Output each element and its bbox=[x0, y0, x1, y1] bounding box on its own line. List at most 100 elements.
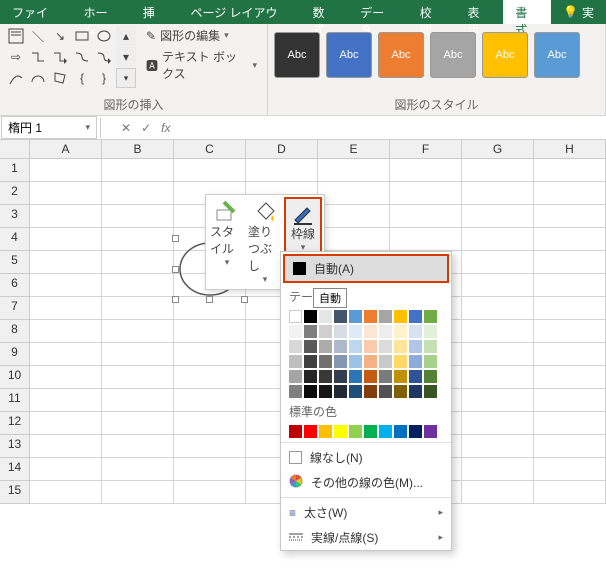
cell[interactable] bbox=[534, 159, 606, 182]
color-swatch[interactable] bbox=[409, 370, 422, 383]
color-swatch[interactable] bbox=[364, 385, 377, 398]
color-swatch[interactable] bbox=[304, 340, 317, 353]
color-swatch[interactable] bbox=[349, 355, 362, 368]
column-header[interactable]: E bbox=[318, 140, 390, 159]
cell[interactable] bbox=[534, 274, 606, 297]
cell[interactable] bbox=[534, 297, 606, 320]
more-shapes-down-icon[interactable]: ▾ bbox=[116, 47, 136, 67]
color-swatch[interactable] bbox=[379, 425, 392, 438]
tab-tell-me[interactable]: 💡実 bbox=[551, 0, 606, 24]
color-swatch[interactable] bbox=[289, 325, 302, 338]
color-swatch[interactable] bbox=[424, 325, 437, 338]
more-shapes-up-icon[interactable]: ▴ bbox=[116, 26, 136, 46]
cell[interactable] bbox=[30, 228, 102, 251]
cell[interactable] bbox=[534, 412, 606, 435]
color-swatch[interactable] bbox=[379, 310, 392, 323]
color-swatch[interactable] bbox=[319, 310, 332, 323]
cell[interactable] bbox=[102, 159, 174, 182]
row-header[interactable]: 9 bbox=[0, 343, 30, 366]
row-header[interactable]: 10 bbox=[0, 366, 30, 389]
color-swatch[interactable] bbox=[304, 325, 317, 338]
color-swatch[interactable] bbox=[349, 310, 362, 323]
cell[interactable] bbox=[174, 412, 246, 435]
color-swatch[interactable] bbox=[409, 325, 422, 338]
cell[interactable] bbox=[462, 366, 534, 389]
row-header[interactable]: 15 bbox=[0, 481, 30, 504]
color-swatch[interactable] bbox=[334, 325, 347, 338]
rectangle-shape-icon[interactable] bbox=[72, 26, 92, 46]
cell[interactable] bbox=[102, 228, 174, 251]
tab-home[interactable]: ホーム bbox=[71, 0, 130, 24]
cell[interactable] bbox=[462, 274, 534, 297]
cell[interactable] bbox=[534, 481, 606, 504]
cell[interactable] bbox=[462, 481, 534, 504]
fx-icon[interactable]: fx bbox=[161, 121, 170, 135]
cell[interactable] bbox=[462, 458, 534, 481]
color-swatch[interactable] bbox=[289, 340, 302, 353]
color-swatch[interactable] bbox=[304, 425, 317, 438]
color-swatch[interactable] bbox=[379, 340, 392, 353]
cell[interactable] bbox=[390, 205, 462, 228]
color-swatch[interactable] bbox=[394, 425, 407, 438]
brace-right-shape-icon[interactable]: } bbox=[94, 68, 114, 88]
cell[interactable] bbox=[102, 297, 174, 320]
cell[interactable] bbox=[462, 182, 534, 205]
cell[interactable] bbox=[318, 182, 390, 205]
cell[interactable] bbox=[102, 182, 174, 205]
weight-item[interactable]: ≡太さ(W) ▸ bbox=[281, 500, 451, 525]
style-swatch[interactable]: Abc bbox=[430, 32, 476, 78]
cell[interactable] bbox=[30, 159, 102, 182]
row-header[interactable]: 1 bbox=[0, 159, 30, 182]
arc-shape-icon[interactable] bbox=[28, 68, 48, 88]
color-swatch[interactable] bbox=[319, 355, 332, 368]
color-swatch[interactable] bbox=[394, 340, 407, 353]
cell[interactable] bbox=[30, 205, 102, 228]
color-swatch[interactable] bbox=[379, 385, 392, 398]
color-swatch[interactable] bbox=[364, 340, 377, 353]
color-swatch[interactable] bbox=[349, 340, 362, 353]
cell[interactable] bbox=[534, 228, 606, 251]
color-swatch[interactable] bbox=[334, 425, 347, 438]
cell[interactable] bbox=[174, 159, 246, 182]
mini-fill-button[interactable]: 塗りつぶし▾ bbox=[246, 197, 284, 287]
curved-connector-shape-icon[interactable] bbox=[72, 47, 92, 67]
freeform-shape-icon[interactable] bbox=[50, 68, 70, 88]
color-swatch[interactable] bbox=[409, 340, 422, 353]
cell[interactable] bbox=[318, 228, 390, 251]
cell[interactable] bbox=[534, 251, 606, 274]
cell[interactable] bbox=[390, 182, 462, 205]
color-swatch[interactable] bbox=[424, 385, 437, 398]
row-header[interactable]: 5 bbox=[0, 251, 30, 274]
curved-arrow-shape-icon[interactable] bbox=[94, 47, 114, 67]
cell[interactable] bbox=[174, 366, 246, 389]
cell[interactable] bbox=[102, 412, 174, 435]
cell[interactable] bbox=[30, 412, 102, 435]
color-swatch[interactable] bbox=[409, 310, 422, 323]
cell[interactable] bbox=[534, 343, 606, 366]
column-header[interactable]: G bbox=[462, 140, 534, 159]
tab-file[interactable]: ファイル bbox=[0, 0, 71, 24]
color-swatch[interactable] bbox=[319, 340, 332, 353]
tab-format[interactable]: 書式 bbox=[503, 0, 551, 24]
cell[interactable] bbox=[30, 481, 102, 504]
cell[interactable] bbox=[318, 159, 390, 182]
color-swatch[interactable] bbox=[394, 325, 407, 338]
color-swatch[interactable] bbox=[349, 425, 362, 438]
cell[interactable] bbox=[102, 366, 174, 389]
tab-view[interactable]: 表示 bbox=[456, 0, 504, 24]
cell[interactable] bbox=[102, 435, 174, 458]
color-swatch[interactable] bbox=[319, 425, 332, 438]
tab-data[interactable]: データ bbox=[348, 0, 408, 24]
color-swatch[interactable] bbox=[424, 340, 437, 353]
color-swatch[interactable] bbox=[304, 385, 317, 398]
color-swatch[interactable] bbox=[364, 325, 377, 338]
cell[interactable] bbox=[102, 251, 174, 274]
color-swatch[interactable] bbox=[424, 355, 437, 368]
cell[interactable] bbox=[30, 182, 102, 205]
elbow-shape-icon[interactable] bbox=[28, 47, 48, 67]
more-colors-item[interactable]: その他の線の色(M)... bbox=[281, 470, 451, 495]
edit-shape-button[interactable]: ✎図形の編集▾ bbox=[142, 26, 261, 45]
textbox-shape-icon[interactable] bbox=[6, 26, 26, 46]
row-header[interactable]: 2 bbox=[0, 182, 30, 205]
color-swatch[interactable] bbox=[379, 355, 392, 368]
